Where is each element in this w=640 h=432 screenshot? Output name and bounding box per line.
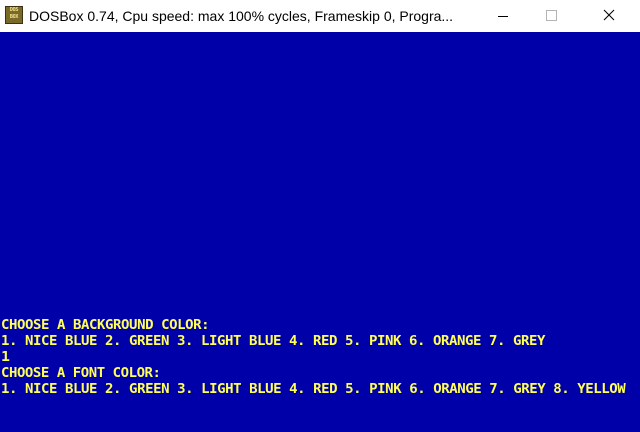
window-title: DOSBox 0.74, Cpu speed: max 100% cycles,… [29,8,454,24]
dos-screen[interactable]: CHOOSE A BACKGROUND COLOR: 1. NICE BLUE … [0,32,640,432]
maximize-button[interactable] [528,0,574,32]
user-input-line: 1 [1,350,10,365]
close-button[interactable] [586,0,632,32]
prompt-font-heading: CHOOSE A FONT COLOR: [1,366,161,381]
minimize-button[interactable] [480,0,526,32]
background-color-options: 1. NICE BLUE 2. GREEN 3. LIGHT BLUE 4. R… [1,334,546,349]
minimize-icon [498,16,508,17]
close-icon [603,9,615,21]
prompt-background-heading: CHOOSE A BACKGROUND COLOR: [1,318,210,333]
dosbox-app-icon[interactable]: DOS BOX [5,6,23,24]
title-bar[interactable]: DOS BOX DOSBox 0.74, Cpu speed: max 100%… [0,0,640,32]
app-icon-label-top: DOS [9,7,19,13]
app-icon-label-bottom: BOX [9,14,19,20]
font-color-options: 1. NICE BLUE 2. GREEN 3. LIGHT BLUE 4. R… [1,382,626,397]
dosbox-window: DOS BOX DOSBox 0.74, Cpu speed: max 100%… [0,0,640,432]
maximize-icon [546,10,557,21]
